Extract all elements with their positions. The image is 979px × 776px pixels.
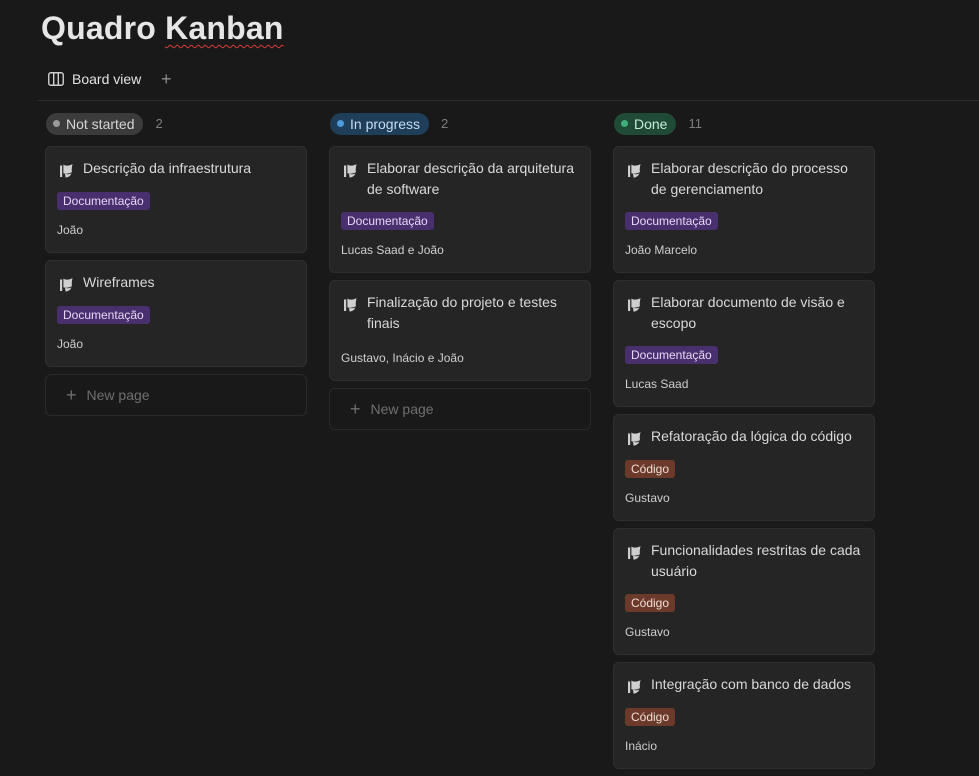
card-title-row: Funcionalidades restritas de cada usuári… bbox=[625, 540, 863, 582]
card-title: Integração com banco de dados bbox=[651, 676, 852, 692]
card-assignee: João bbox=[57, 223, 84, 237]
card-title: Finalização do projeto e testes finais bbox=[367, 294, 557, 331]
kanban-card[interactable]: Elaborar documento de visão e escopo Docu… bbox=[613, 280, 875, 407]
card-title: Refatoração da lógica do código bbox=[651, 428, 852, 444]
page-icon bbox=[60, 164, 73, 178]
card-assignee: João bbox=[57, 337, 84, 351]
column-count: 2 bbox=[155, 116, 163, 131]
card-tag: Documentação bbox=[341, 212, 434, 230]
kanban-card[interactable]: Integração com banco de dados Código Ináci… bbox=[613, 662, 875, 769]
status-dot-icon bbox=[621, 120, 628, 127]
page-icon bbox=[344, 298, 357, 312]
board-column: Done 11 Elaborar descrição do processo de … bbox=[613, 112, 875, 776]
card-tag: Documentação bbox=[57, 192, 150, 210]
header-divider bbox=[38, 100, 979, 101]
page-title[interactable]: Quadro Kanban bbox=[41, 10, 284, 47]
add-view-button[interactable]: + bbox=[155, 68, 177, 90]
column-header: In progress 2 bbox=[330, 112, 591, 135]
page-title-part2: Kanban bbox=[165, 10, 284, 46]
status-badge[interactable]: Not started bbox=[46, 112, 144, 135]
new-page-label: New page bbox=[86, 387, 150, 403]
page-icon bbox=[628, 546, 641, 560]
plus-icon: + bbox=[161, 68, 172, 89]
column-count: 11 bbox=[688, 116, 702, 131]
card-tag: Código bbox=[625, 594, 676, 612]
page-icon bbox=[628, 432, 641, 446]
column-header: Not started 2 bbox=[46, 112, 307, 135]
kanban-card[interactable]: Descrição da infraestrutura Documentação J… bbox=[45, 146, 307, 253]
board-column: Not started 2 Descrição da infraestrutura D… bbox=[45, 112, 307, 416]
card-title: Descrição da infraestrutura bbox=[83, 160, 252, 176]
page-icon bbox=[628, 680, 641, 694]
new-page-label: New page bbox=[370, 401, 434, 417]
column-count: 2 bbox=[441, 116, 449, 131]
kanban-card[interactable]: Finalização do projeto e testes finais Gu… bbox=[329, 280, 591, 381]
kanban-card[interactable]: Funcionalidades restritas de cada usuári… bbox=[613, 528, 875, 655]
status-badge[interactable]: In progress bbox=[330, 112, 430, 135]
plus-icon: + bbox=[350, 399, 361, 419]
status-badge[interactable]: Done bbox=[614, 112, 677, 135]
status-label: In progress bbox=[350, 115, 421, 132]
plus-icon: + bbox=[66, 385, 77, 405]
page-icon bbox=[344, 164, 357, 178]
card-title-row: Elaborar documento de visão e escopo bbox=[625, 292, 863, 334]
card-tag: Documentação bbox=[625, 212, 718, 230]
card-assignee: Inácio bbox=[625, 739, 658, 753]
card-title: Wireframes bbox=[83, 274, 155, 290]
new-page-button[interactable]: + New page bbox=[45, 374, 307, 416]
status-dot-icon bbox=[53, 120, 60, 127]
card-assignee: Gustavo, Inácio e João bbox=[341, 351, 464, 365]
card-assignee: Gustavo bbox=[625, 491, 670, 505]
card-title-row: Wireframes bbox=[57, 272, 295, 294]
page-icon bbox=[628, 298, 641, 312]
kanban-page: Quadro Kanban Board view + Not started 2 D… bbox=[0, 0, 979, 776]
card-title-row: Refatoração da lógica do código bbox=[625, 426, 863, 448]
card-title-row: Integração com banco de dados bbox=[625, 674, 863, 696]
card-title: Elaborar documento de visão e escopo bbox=[651, 294, 845, 331]
card-title-row: Descrição da infraestrutura bbox=[57, 158, 295, 180]
card-assignee: Lucas Saad bbox=[625, 377, 689, 391]
card-title-row: Elaborar descrição do processo de gerenc… bbox=[625, 158, 863, 200]
card-title: Elaborar descrição da arquitetura de sof… bbox=[367, 160, 575, 197]
kanban-card[interactable]: Elaborar descrição do processo de gerenc… bbox=[613, 146, 875, 273]
view-bar: Board view + bbox=[40, 64, 177, 94]
card-tag: Documentação bbox=[57, 306, 150, 324]
kanban-card[interactable]: Elaborar descrição da arquitetura de sof… bbox=[329, 146, 591, 273]
new-page-button[interactable]: + New page bbox=[329, 388, 591, 430]
card-assignee: João Marcelo bbox=[625, 243, 698, 257]
card-title: Elaborar descrição do processo de gerenc… bbox=[651, 160, 848, 197]
page-title-part1: Quadro bbox=[41, 10, 156, 46]
card-tag: Documentação bbox=[625, 346, 718, 364]
status-label: Done bbox=[634, 115, 668, 132]
card-tag: Código bbox=[625, 708, 676, 726]
tab-board-view[interactable]: Board view bbox=[40, 67, 149, 91]
card-title-row: Finalização do projeto e testes finais bbox=[341, 292, 579, 334]
page-icon bbox=[60, 278, 73, 292]
card-assignee: Lucas Saad e João bbox=[341, 243, 444, 257]
kanban-card[interactable]: Wireframes Documentação João bbox=[45, 260, 307, 367]
card-title: Funcionalidades restritas de cada usuári… bbox=[651, 542, 861, 579]
board-column: In progress 2 Elaborar descrição da arquit… bbox=[329, 112, 591, 430]
card-tag: Código bbox=[625, 460, 676, 478]
status-dot-icon bbox=[337, 120, 344, 127]
column-header: Done 11 bbox=[614, 112, 875, 135]
card-title-row: Elaborar descrição da arquitetura de sof… bbox=[341, 158, 579, 200]
page-icon bbox=[628, 164, 641, 178]
kanban-card[interactable]: Refatoração da lógica do código Código Gus… bbox=[613, 414, 875, 521]
status-label: Not started bbox=[66, 115, 135, 132]
tab-board-view-label: Board view bbox=[72, 71, 142, 87]
board-view-icon bbox=[48, 72, 64, 86]
card-assignee: Gustavo bbox=[625, 625, 670, 639]
